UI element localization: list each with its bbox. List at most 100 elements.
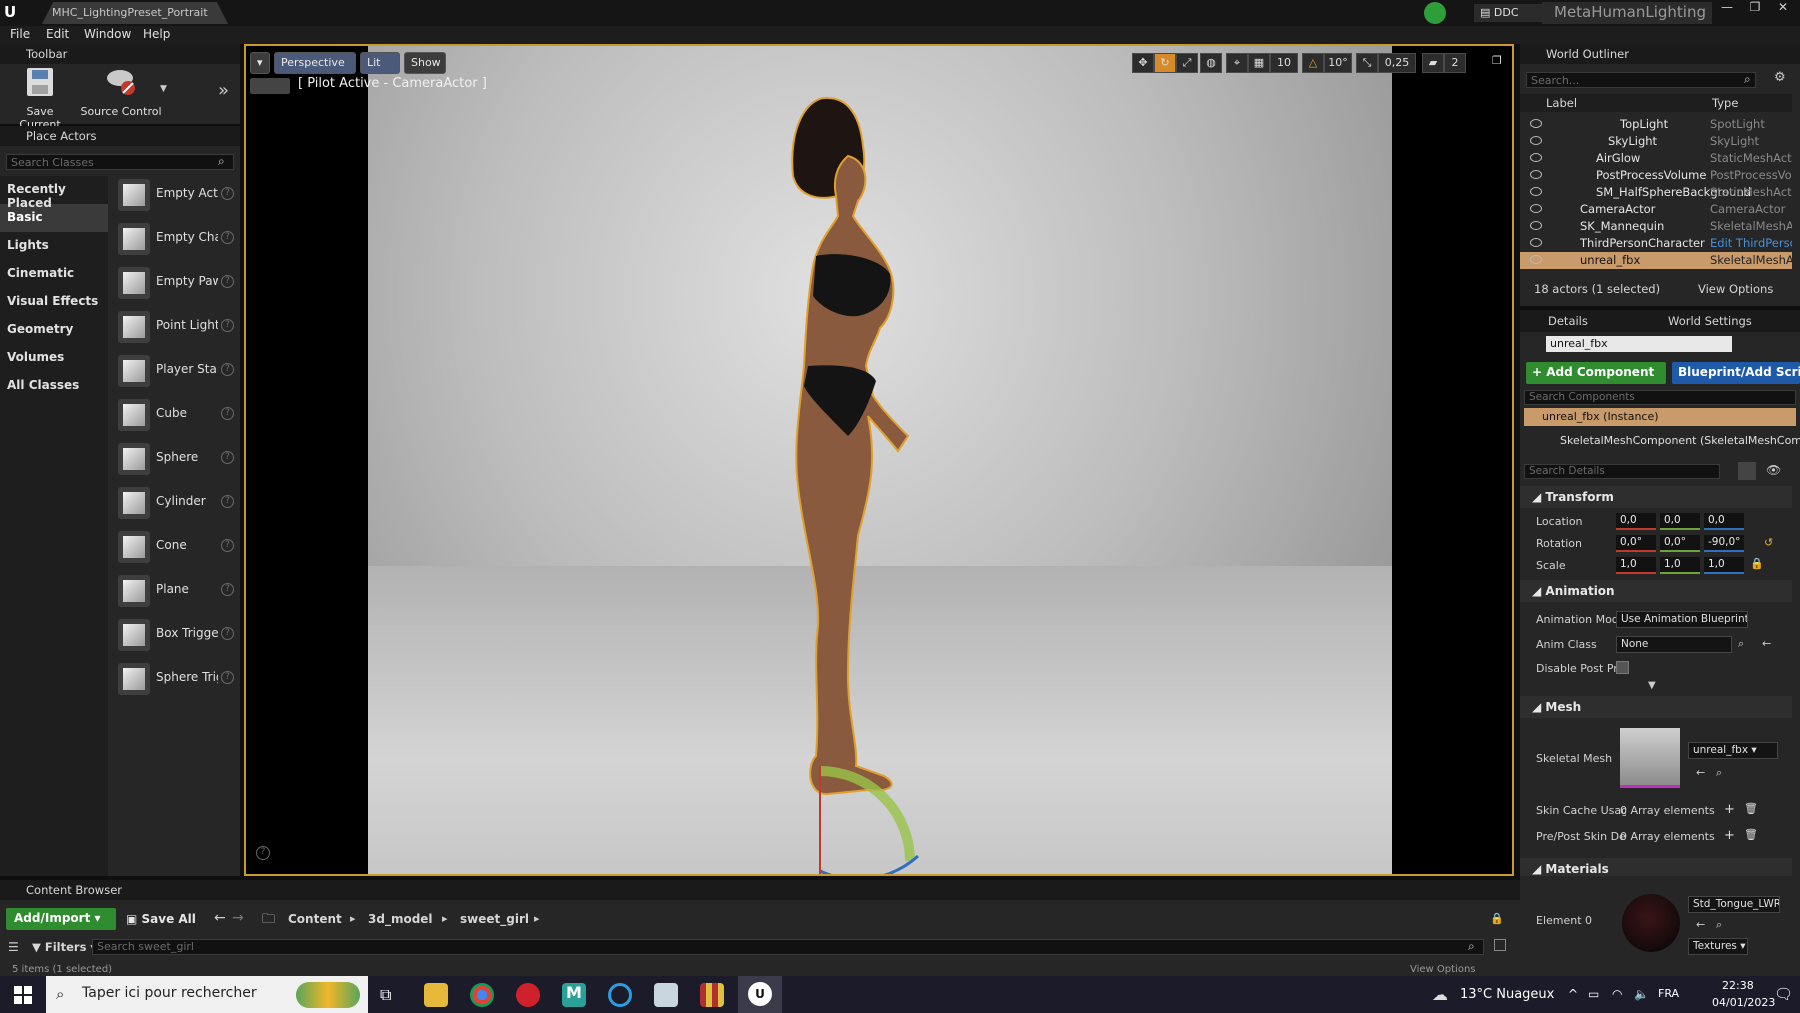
category-visual-effects[interactable]: Visual Effects [0,288,108,316]
camera-speed-icon[interactable]: ▰ [1422,53,1444,73]
actor-item-cylinder[interactable]: Cylinder? [114,484,236,524]
help-icon[interactable]: ? [221,187,234,200]
use-selected-mesh-icon[interactable]: ← [1696,766,1705,779]
visibility-eye-icon[interactable] [1530,119,1542,128]
details-tab[interactable]: Details [1548,314,1588,328]
close-icon[interactable]: ✕ [1770,0,1796,16]
viewport-help-icon[interactable]: ? [256,846,270,860]
scale-x[interactable]: 1,0 [1616,557,1656,574]
content-browser-tab[interactable]: Content Browser [0,880,1520,900]
location-x[interactable]: 0,0 [1616,513,1656,530]
show-button[interactable]: Show [404,52,446,74]
actor-item-sphere[interactable]: Sphere? [114,440,236,480]
cinema-app-icon[interactable] [608,983,632,1007]
blueprint-button[interactable]: Blueprint/Add Script [1672,362,1800,384]
category-cinematic[interactable]: Cinematic [0,260,108,288]
scale-y[interactable]: 1,0 [1660,557,1700,574]
translate-tool-icon[interactable]: ✥ [1132,53,1154,73]
source-control-dropdown-icon[interactable]: ▼ [160,84,167,94]
help-icon[interactable]: ? [221,539,234,552]
actor-name-field[interactable]: unreal_fbx [1546,336,1732,352]
help-icon[interactable]: ? [221,451,234,464]
visibility-eye-icon[interactable] [1530,204,1542,213]
help-icon[interactable]: ? [221,363,234,376]
opera-icon[interactable] [516,983,540,1007]
actor-item-empty-actor[interactable]: Empty Actor? [114,176,236,216]
outliner-view-options[interactable]: View Options [1698,282,1773,296]
breadcrumb-3d-model[interactable]: 3d_model [368,912,433,926]
location-z[interactable]: 0,0 [1704,513,1744,530]
character-model[interactable] [708,66,1008,866]
rotation-snap-value[interactable]: 10° [1324,53,1352,73]
material-thumbnail[interactable] [1622,894,1680,952]
visibility-eye-icon[interactable] [1530,255,1542,264]
outliner-row[interactable]: AirGlow StaticMeshActor [1520,150,1792,167]
use-selected-anim-icon[interactable]: ← [1762,637,1771,650]
surface-snap-icon[interactable]: ⌖ [1226,53,1248,73]
windows-start-icon[interactable] [14,986,32,1004]
browse-anim-class-icon[interactable]: ⌕ [1738,637,1744,651]
delete-prepost-icon[interactable]: 🗑 [1744,828,1758,841]
help-icon[interactable]: ? [221,627,234,640]
use-selected-material-icon[interactable]: ← [1696,918,1705,931]
back-arrow-icon[interactable]: ← [214,910,226,926]
printer-app-icon[interactable] [654,983,678,1007]
material-select[interactable]: Std_Tongue_LWR [1688,896,1780,913]
menu-edit[interactable]: Edit [46,27,69,41]
category-volumes[interactable]: Volumes [0,344,108,372]
property-matrix-icon[interactable] [1738,462,1756,480]
outliner-row[interactable]: SkyLight SkyLight [1520,133,1792,150]
skeletal-mesh-thumbnail[interactable] [1620,728,1680,788]
help-icon[interactable]: ? [221,583,234,596]
actor-item-cube[interactable]: Cube? [114,396,236,436]
document-tab[interactable]: MHC_LightingPreset_Portrait [42,2,228,24]
visibility-options-icon[interactable]: 👁 [1766,463,1781,477]
breadcrumb-content[interactable]: Content [288,912,342,926]
sources-toggle-icon[interactable]: ☰ [8,940,19,954]
help-icon[interactable]: ? [221,407,234,420]
outliner-col-type[interactable]: Type [1712,96,1738,110]
transform-section[interactable]: ◢ Transform [1520,486,1792,508]
rotation-z[interactable]: -90,0° [1704,535,1744,552]
browse-material-icon[interactable]: ⌕ [1716,918,1722,932]
lock-content-browser-icon[interactable]: 🔒 [1490,912,1504,925]
category-recently-placed[interactable]: Recently Placed [0,176,108,210]
help-icon[interactable]: ? [221,495,234,508]
expand-toolbar-icon[interactable]: » [218,80,229,101]
component-row[interactable]: SkeletalMeshComponent (SkeletalMeshCompo… [1560,434,1800,447]
world-outliner-tab[interactable]: World Outliner [1520,44,1800,64]
archive-app-icon[interactable] [700,983,724,1007]
toolbar-tab[interactable]: Toolbar [0,44,240,64]
add-component-button[interactable]: + Add Component [1526,362,1666,384]
scale-snap-icon[interactable]: ⤡ [1356,53,1378,73]
actor-item-box-trigger[interactable]: Box Trigger? [114,616,236,656]
menu-file[interactable]: File [10,27,30,41]
lit-button[interactable]: Lit [360,52,400,74]
filters-button[interactable]: ▼ Filters ▾ [32,940,96,954]
tray-volume-icon[interactable]: 🔈 [1634,987,1649,1001]
file-explorer-icon[interactable] [424,983,448,1007]
animation-section[interactable]: ◢ Animation [1520,580,1792,602]
camera-speed-value[interactable]: 2 [1444,53,1466,73]
visibility-eye-icon[interactable] [1530,136,1542,145]
news-widget-icon[interactable] [296,982,360,1008]
visibility-eye-icon[interactable] [1530,187,1542,196]
notifications-icon[interactable]: 🗨 [1774,985,1793,1003]
mesh-section[interactable]: ◢ Mesh [1520,696,1792,718]
visibility-eye-icon[interactable] [1530,238,1542,247]
grid-snap-value[interactable]: 10 [1270,53,1298,73]
animation-mode-select[interactable]: Use Animation Blueprint ▾ [1616,611,1748,628]
menu-window[interactable]: Window [84,27,131,41]
source-control-button[interactable]: Source Control [80,66,162,118]
help-icon[interactable]: ? [221,319,234,332]
actor-item-sphere-trigger[interactable]: Sphere Trigger? [114,660,236,700]
materials-section[interactable]: ◢ Materials [1520,858,1792,876]
lock-scale-icon[interactable]: 🔒 [1750,557,1764,570]
rotation-snap-icon[interactable]: △ [1302,53,1324,73]
add-skin-cache-icon[interactable]: + [1724,802,1735,817]
textures-dropdown[interactable]: Textures ▾ [1688,938,1748,955]
location-label[interactable]: Location [1536,515,1626,528]
rotation-gizmo[interactable] [818,766,938,874]
actor-item-plane[interactable]: Plane? [114,572,236,612]
actor-item-empty-pawn[interactable]: Empty Pawn? [114,264,236,304]
